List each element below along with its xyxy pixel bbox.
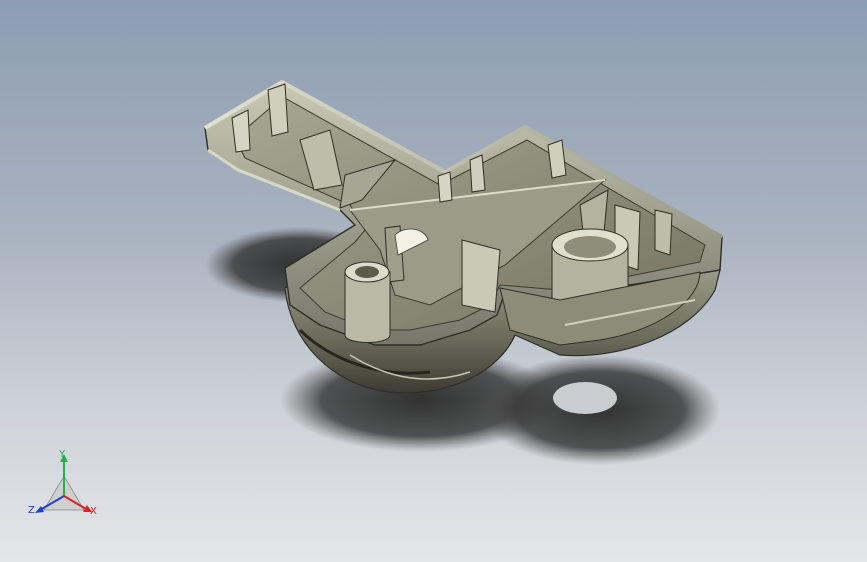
y-axis-label: Y	[59, 449, 66, 460]
orientation-triad[interactable]: Y Z X	[22, 446, 106, 526]
boss-small	[344, 261, 391, 343]
z-axis-label: Z	[28, 505, 35, 516]
model-view[interactable]	[0, 0, 867, 562]
x-axis-label: X	[90, 506, 97, 517]
graphics-viewport[interactable]: Y Z X	[0, 0, 867, 562]
